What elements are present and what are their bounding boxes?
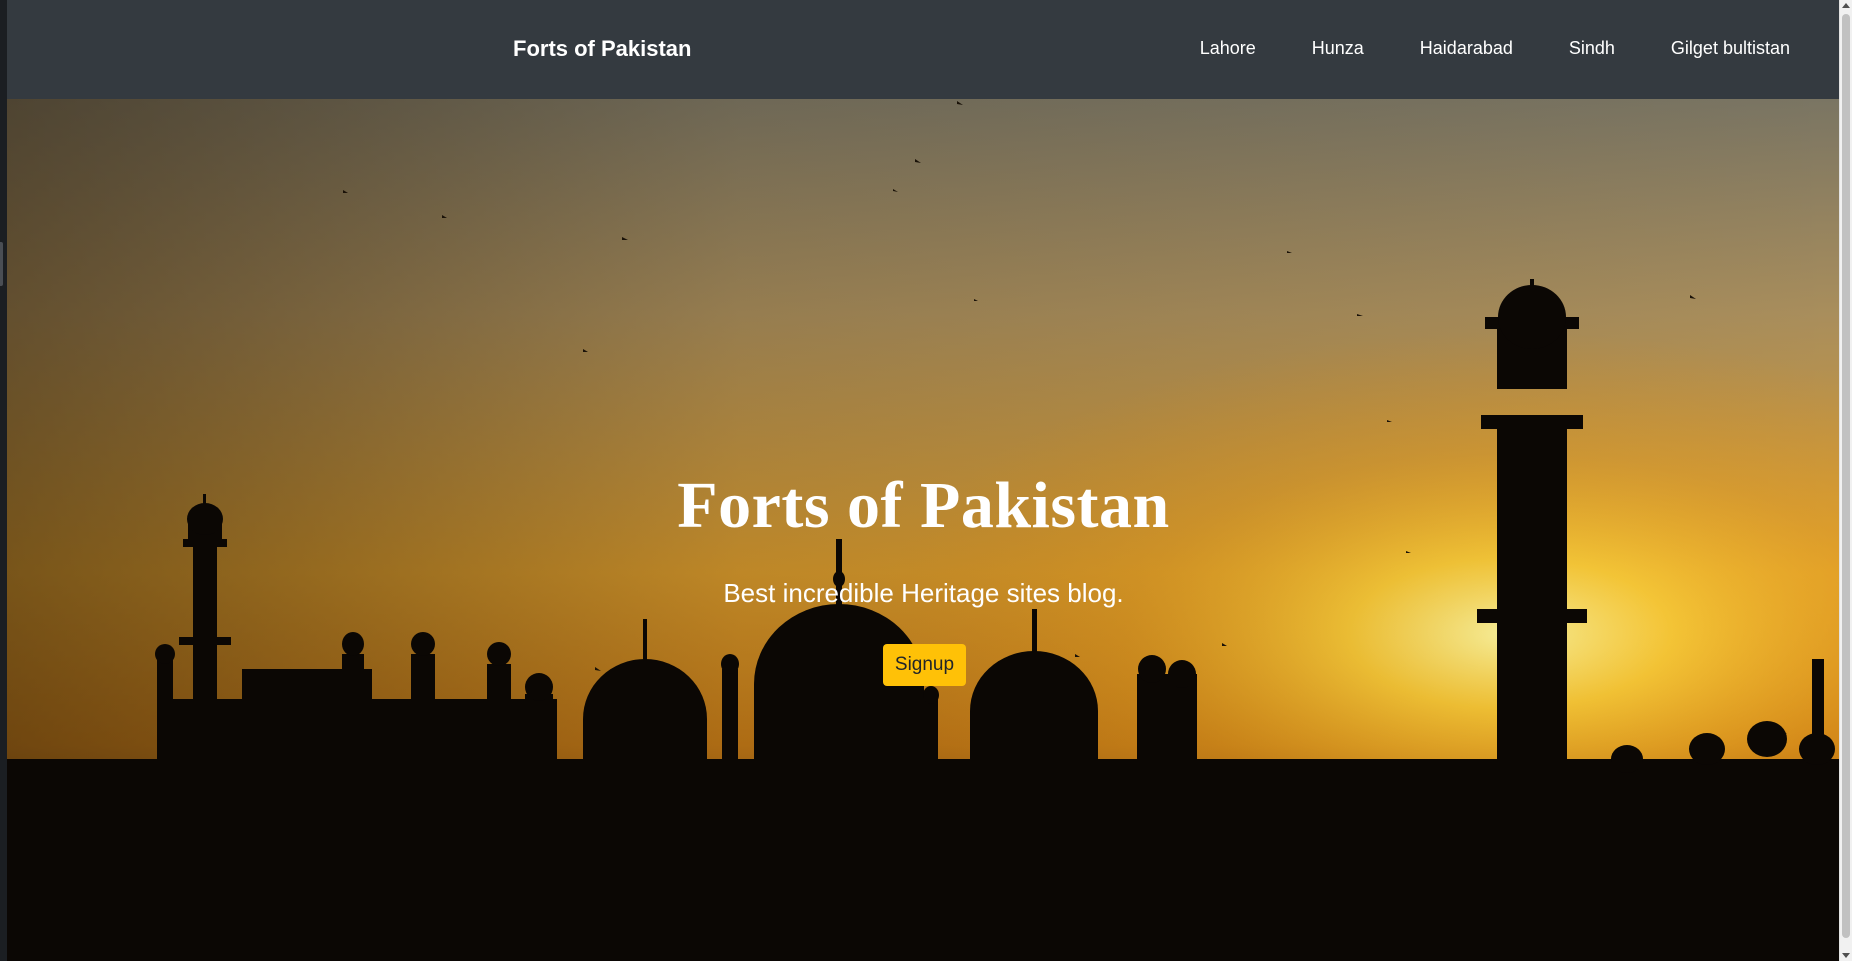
scroll-up-arrow-icon[interactable] [1842, 3, 1850, 8]
brand-link[interactable]: Forts of Pakistan [513, 36, 691, 62]
nav-link-sindh[interactable]: Sindh [1541, 38, 1643, 59]
navbar: Forts of Pakistan Lahore Hunza Haidaraba… [7, 0, 1840, 99]
nav-link-hunza[interactable]: Hunza [1284, 38, 1392, 59]
edge-handle[interactable] [0, 242, 3, 286]
scrollbar-thumb[interactable] [1842, 14, 1850, 938]
nav-links: Lahore Hunza Haidarabad Sindh Gilget bul… [1172, 38, 1818, 59]
nav-link-haidarabad[interactable]: Haidarabad [1392, 38, 1541, 59]
scroll-down-arrow-icon[interactable] [1842, 953, 1850, 958]
signup-button[interactable]: Signup [883, 644, 966, 686]
scrollbar[interactable] [1839, 0, 1852, 961]
nav-link-lahore[interactable]: Lahore [1172, 38, 1284, 59]
hero-title: Forts of Pakistan [677, 469, 1170, 542]
page: Forts of Pakistan Lahore Hunza Haidaraba… [0, 0, 1852, 961]
hero-subtitle: Best incredible Heritage sites blog. [723, 578, 1124, 608]
nav-link-gilget-bultistan[interactable]: Gilget bultistan [1643, 38, 1818, 59]
hero-section: Forts of Pakistan Best incredible Herita… [7, 99, 1840, 961]
window-edge [0, 0, 7, 961]
